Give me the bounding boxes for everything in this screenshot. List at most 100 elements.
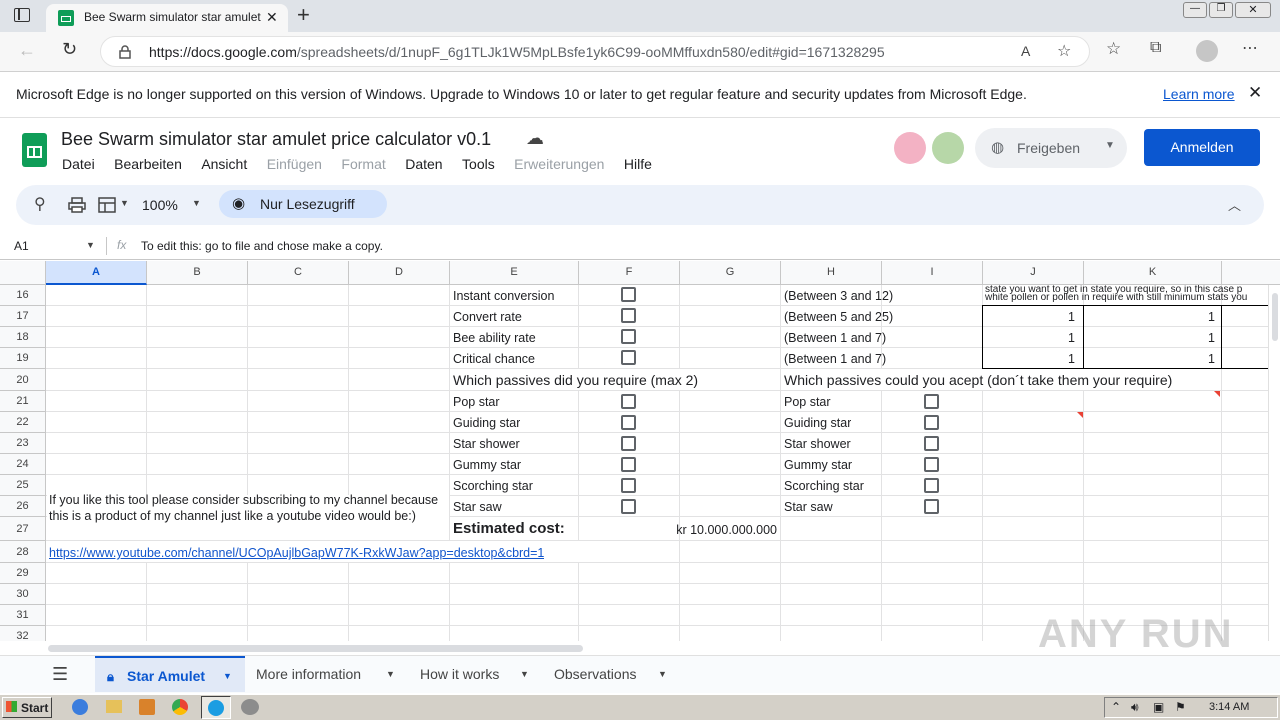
- horizontal-scroll-thumb[interactable]: [48, 645, 583, 652]
- accept-passive-checkbox[interactable]: [924, 436, 939, 451]
- sign-in-button[interactable]: Anmelden: [1144, 129, 1260, 166]
- accept-passive-checkbox[interactable]: [924, 457, 939, 472]
- chrome-icon[interactable]: [172, 699, 188, 715]
- sheet-tab-dropdown-icon[interactable]: ▼: [386, 656, 395, 692]
- app-icon[interactable]: [241, 699, 259, 715]
- stat-checkbox[interactable]: [621, 308, 636, 323]
- menu-hilfe[interactable]: Hilfe: [624, 156, 652, 172]
- row-header[interactable]: 32: [0, 626, 46, 641]
- stat-checkbox[interactable]: [621, 287, 636, 302]
- menu-einfuegen[interactable]: Einfügen: [267, 156, 322, 172]
- network-icon[interactable]: ▣: [1153, 700, 1164, 714]
- spreadsheet-grid[interactable]: A B C D E F G H I J K 16 17 18 19 20 21 …: [0, 261, 1280, 641]
- row-header[interactable]: 27: [0, 517, 46, 541]
- select-all-corner[interactable]: [0, 261, 46, 285]
- volume-icon[interactable]: 🔊︎: [1131, 700, 1139, 715]
- flag-icon[interactable]: ⚑: [1175, 700, 1186, 714]
- column-header[interactable]: I: [882, 261, 983, 285]
- row-header[interactable]: 25: [0, 475, 46, 496]
- reload-icon[interactable]: ↻: [62, 39, 77, 60]
- row-header[interactable]: 17: [0, 306, 46, 327]
- new-tab-icon[interactable]: +: [297, 2, 310, 28]
- close-window-icon[interactable]: ✕: [1235, 2, 1271, 18]
- require-passive-checkbox[interactable]: [621, 436, 636, 451]
- viewer-avatar-1[interactable]: [894, 132, 926, 164]
- sheet-tab-more-information[interactable]: More information ▼: [256, 656, 406, 692]
- url-field[interactable]: https://docs.google.com/spreadsheets/d/1…: [100, 36, 1090, 67]
- close-infobar-icon[interactable]: ✕: [1248, 83, 1262, 103]
- stat-value-j[interactable]: 1: [1068, 352, 1075, 366]
- column-header[interactable]: J: [983, 261, 1084, 285]
- menu-bearbeiten[interactable]: Bearbeiten: [114, 156, 182, 172]
- zoom-dropdown-icon[interactable]: ▼: [192, 198, 201, 208]
- collapse-toolbar-icon[interactable]: ︿: [1228, 195, 1241, 214]
- back-icon[interactable]: ←: [18, 40, 36, 61]
- zoom-select[interactable]: 100%: [142, 197, 178, 213]
- sheets-logo-icon[interactable]: [22, 133, 47, 167]
- profile-avatar[interactable]: [1196, 40, 1218, 62]
- require-passive-checkbox[interactable]: [621, 478, 636, 493]
- row-header[interactable]: 26: [0, 496, 46, 517]
- document-title[interactable]: Bee Swarm simulator star amulet price ca…: [61, 129, 491, 150]
- column-header[interactable]: B: [147, 261, 248, 285]
- row-header[interactable]: 16: [0, 285, 46, 306]
- print-icon[interactable]: [68, 197, 86, 213]
- read-aloud-icon[interactable]: A: [1021, 43, 1030, 59]
- more-options-icon[interactable]: ⋯: [1242, 38, 1258, 58]
- favorites-icon[interactable]: ☆: [1106, 39, 1121, 59]
- accept-passive-checkbox[interactable]: [924, 478, 939, 493]
- menu-daten[interactable]: Daten: [405, 156, 442, 172]
- vertical-scrollbar[interactable]: [1268, 285, 1280, 641]
- column-header-partial[interactable]: [1222, 261, 1280, 285]
- row-header[interactable]: 28: [0, 541, 46, 563]
- viewer-avatar-2[interactable]: [932, 132, 964, 164]
- stat-value-k[interactable]: 1: [1208, 310, 1215, 324]
- cell-reference[interactable]: A1: [14, 239, 29, 253]
- share-dropdown-icon[interactable]: ▼: [1105, 140, 1115, 151]
- row-header[interactable]: 20: [0, 369, 46, 391]
- column-header[interactable]: F: [579, 261, 680, 285]
- ie-icon[interactable]: [72, 699, 88, 715]
- learn-more-link[interactable]: Learn more: [1163, 86, 1235, 102]
- column-header[interactable]: G: [680, 261, 781, 285]
- require-passive-checkbox[interactable]: [621, 415, 636, 430]
- require-passive-checkbox[interactable]: [621, 394, 636, 409]
- menu-ansicht[interactable]: Ansicht: [201, 156, 247, 172]
- cloud-status-icon[interactable]: ☁: [526, 128, 544, 149]
- tab-actions-icon[interactable]: [14, 8, 30, 22]
- start-button[interactable]: Start: [2, 697, 52, 718]
- collections-icon[interactable]: ⧉: [1150, 39, 1161, 57]
- stat-value-j[interactable]: 1: [1068, 310, 1075, 324]
- row-header[interactable]: 30: [0, 584, 46, 605]
- row-header[interactable]: 21: [0, 391, 46, 412]
- name-box-dropdown-icon[interactable]: ▼: [86, 240, 95, 250]
- column-header[interactable]: C: [248, 261, 349, 285]
- add-favorite-icon[interactable]: ☆: [1057, 41, 1071, 61]
- column-header[interactable]: D: [349, 261, 450, 285]
- close-tab-icon[interactable]: ✕: [266, 9, 278, 26]
- tray-expand-icon[interactable]: ⌃: [1111, 700, 1121, 714]
- edge-taskbar-button[interactable]: [201, 696, 231, 719]
- stat-value-k[interactable]: 1: [1208, 331, 1215, 345]
- row-header[interactable]: 24: [0, 454, 46, 475]
- all-sheets-icon[interactable]: ☰: [52, 664, 68, 685]
- media-player-icon[interactable]: [139, 699, 155, 715]
- accept-passive-checkbox[interactable]: [924, 499, 939, 514]
- minimize-icon[interactable]: —: [1183, 2, 1207, 18]
- column-header[interactable]: K: [1084, 261, 1222, 285]
- stat-value-j[interactable]: 1: [1068, 331, 1075, 345]
- comment-indicator[interactable]: [1214, 391, 1220, 397]
- stat-checkbox[interactable]: [621, 350, 636, 365]
- stat-value-k[interactable]: 1: [1208, 352, 1215, 366]
- sheet-tab-dropdown-icon[interactable]: ▼: [520, 656, 529, 692]
- menu-datei[interactable]: Datei: [62, 156, 95, 172]
- menu-format[interactable]: Format: [341, 156, 385, 172]
- share-button[interactable]: ◍ Freigeben ▼: [975, 128, 1127, 168]
- accept-passive-checkbox[interactable]: [924, 415, 939, 430]
- require-passive-checkbox[interactable]: [621, 457, 636, 472]
- row-header[interactable]: 18: [0, 327, 46, 348]
- vertical-scroll-thumb[interactable]: [1272, 293, 1278, 341]
- menu-erweiterungen[interactable]: Erweiterungen: [514, 156, 604, 172]
- restore-icon[interactable]: ❐: [1209, 2, 1233, 18]
- comment-indicator[interactable]: [1077, 412, 1083, 418]
